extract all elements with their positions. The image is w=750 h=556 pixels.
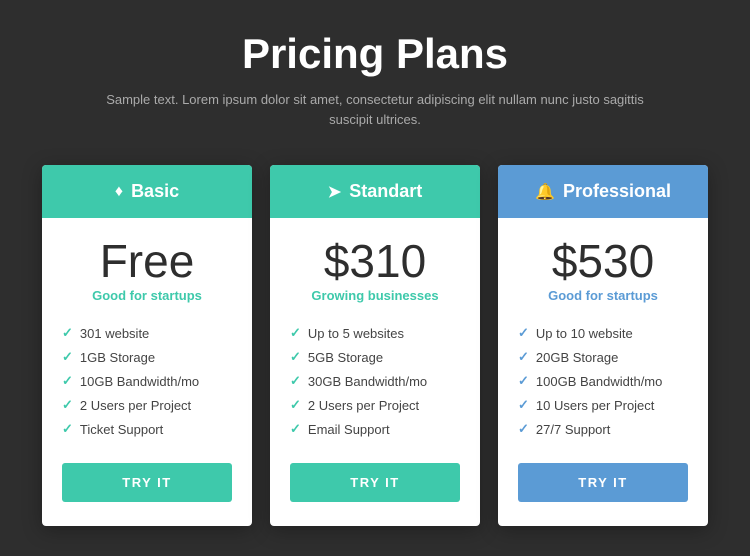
professional-icon: 🔔: [535, 182, 555, 202]
feature-item: Ticket Support: [62, 417, 232, 441]
plan-button-professional[interactable]: TRY IT: [518, 463, 688, 502]
feature-item: 301 website: [62, 321, 232, 345]
plan-card-professional: 🔔 Professional $530 Good for startups Up…: [498, 165, 708, 526]
feature-item: 10GB Bandwidth/mo: [62, 369, 232, 393]
feature-item: 10 Users per Project: [518, 393, 688, 417]
plan-features-professional: Up to 10 website20GB Storage100GB Bandwi…: [518, 321, 688, 441]
plan-tagline-standart: Growing businesses: [311, 288, 438, 303]
plans-container: ♦ Basic Free Good for startups 301 websi…: [42, 165, 708, 526]
feature-item: Up to 5 websites: [290, 321, 460, 345]
plan-tagline-professional: Good for startups: [548, 288, 658, 303]
feature-item: 100GB Bandwidth/mo: [518, 369, 688, 393]
page-title: Pricing Plans: [242, 30, 508, 78]
feature-item: Up to 10 website: [518, 321, 688, 345]
plan-header-basic: ♦ Basic: [42, 165, 252, 218]
feature-item: 5GB Storage: [290, 345, 460, 369]
plan-header-standart: ➤ Standart: [270, 165, 480, 218]
plan-name-professional: Professional: [563, 181, 671, 202]
plan-body-basic: Free Good for startups 301 website1GB St…: [42, 218, 252, 526]
page-subtitle: Sample text. Lorem ipsum dolor sit amet,…: [85, 90, 665, 129]
plan-name-basic: Basic: [131, 181, 179, 202]
plan-price-basic: Free: [100, 238, 195, 284]
plan-body-professional: $530 Good for startups Up to 10 website2…: [498, 218, 708, 526]
basic-icon: ♦: [115, 183, 123, 201]
feature-item: Email Support: [290, 417, 460, 441]
plan-features-basic: 301 website1GB Storage10GB Bandwidth/mo2…: [62, 321, 232, 441]
feature-item: 30GB Bandwidth/mo: [290, 369, 460, 393]
plan-price-professional: $530: [552, 238, 654, 284]
plan-features-standart: Up to 5 websites5GB Storage30GB Bandwidt…: [290, 321, 460, 441]
plan-price-standart: $310: [324, 238, 426, 284]
plan-button-standart[interactable]: TRY IT: [290, 463, 460, 502]
plan-body-standart: $310 Growing businesses Up to 5 websites…: [270, 218, 480, 526]
plan-button-basic[interactable]: TRY IT: [62, 463, 232, 502]
feature-item: 20GB Storage: [518, 345, 688, 369]
plan-card-basic: ♦ Basic Free Good for startups 301 websi…: [42, 165, 252, 526]
plan-tagline-basic: Good for startups: [92, 288, 202, 303]
feature-item: 2 Users per Project: [290, 393, 460, 417]
feature-item: 2 Users per Project: [62, 393, 232, 417]
plan-header-professional: 🔔 Professional: [498, 165, 708, 218]
plan-card-standart: ➤ Standart $310 Growing businesses Up to…: [270, 165, 480, 526]
plan-name-standart: Standart: [349, 181, 422, 202]
standart-icon: ➤: [328, 182, 341, 202]
feature-item: 1GB Storage: [62, 345, 232, 369]
feature-item: 27/7 Support: [518, 417, 688, 441]
